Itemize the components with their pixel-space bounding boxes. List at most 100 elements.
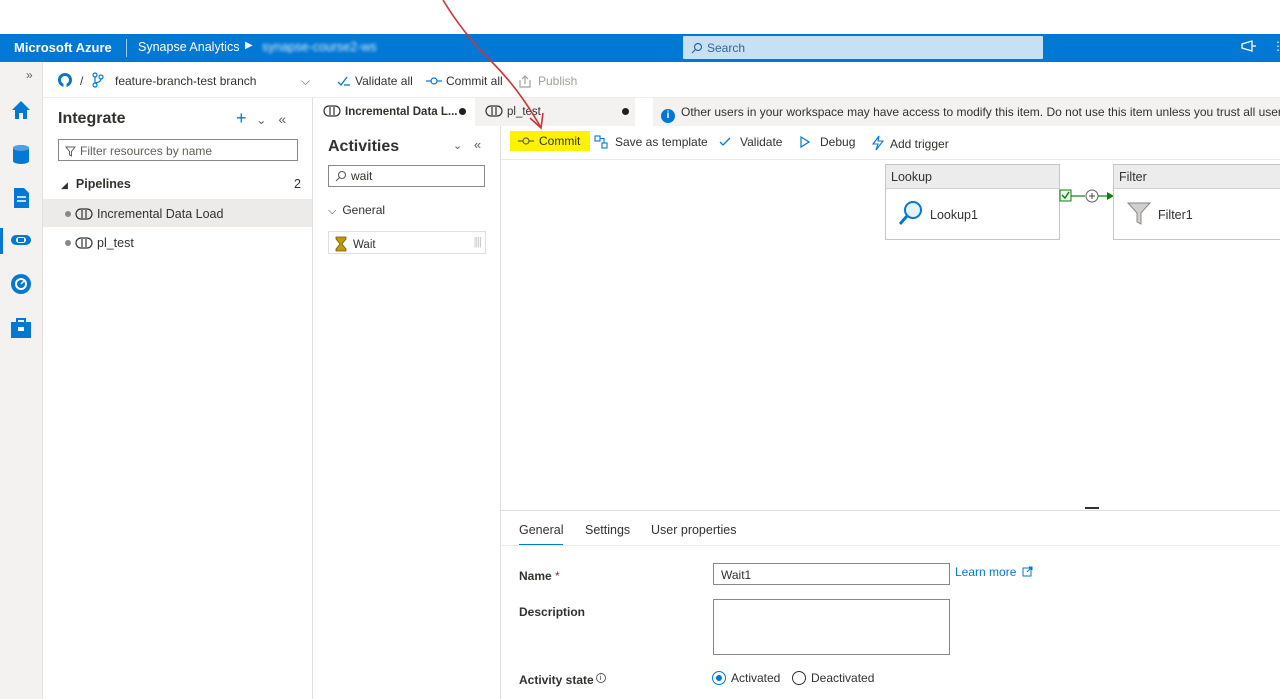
node-name: Lookup1 [930, 208, 978, 222]
publish-icon [519, 75, 531, 88]
drag-handle-icon[interactable]: |||| [474, 236, 483, 248]
pipelines-group[interactable]: ◢ Pipelines 2 [61, 177, 301, 191]
info-message: Other users in your workspace may have a… [681, 105, 1280, 119]
activities-pane: Activities ⌄ « wait ⌵ General Wait |||| [313, 126, 501, 699]
save-as-template-button[interactable]: Save as template [594, 135, 708, 149]
tab-label: Incremental Data L... [345, 106, 458, 118]
pipeline-toolbar: Commit Save as template Validate Debug A… [501, 126, 1280, 160]
filter-resources-input[interactable]: Filter resources by name [58, 139, 298, 161]
tab-incremental-data-load[interactable]: Incremental Data L... [313, 98, 475, 126]
branch-selector[interactable]: feature-branch-test branch [115, 74, 256, 88]
brand-label[interactable]: Microsoft Azure [14, 40, 112, 55]
commit-button[interactable]: Commit [510, 131, 591, 151]
pipeline-icon [485, 105, 503, 117]
collapse-all-icon[interactable]: ⌄ [453, 140, 462, 152]
activities-search-input[interactable]: wait [328, 165, 485, 187]
group-expanded-icon: ◢ [61, 180, 68, 190]
list-item[interactable]: pl_test [43, 228, 312, 256]
publish-button[interactable]: Publish [518, 74, 577, 88]
pipeline-icon [75, 208, 93, 220]
filter-funnel-icon [1126, 202, 1152, 225]
branch-icon [92, 72, 104, 91]
activity-label: Wait [353, 239, 376, 251]
global-search-input[interactable]: Search [683, 36, 1043, 59]
name-label-text: Name [519, 569, 552, 583]
pipeline-label: pl_test [97, 236, 134, 250]
activated-radio[interactable]: Activated [712, 671, 780, 685]
debug-label: Debug [820, 135, 856, 149]
validate-button[interactable]: Validate [719, 135, 782, 149]
filter-icon [64, 146, 77, 157]
collapse-pane-icon[interactable]: « [474, 137, 481, 152]
commit-all-button[interactable]: Commit all [426, 74, 503, 88]
play-icon [800, 135, 811, 149]
home-icon[interactable] [9, 98, 33, 122]
chevron-down-icon[interactable]: ⌵ [301, 74, 310, 89]
tab-general[interactable]: General [519, 523, 564, 546]
tabs-divider [501, 545, 1280, 546]
github-icon[interactable] [57, 72, 73, 91]
collapse-pane-icon[interactable]: « [278, 111, 286, 127]
top-whitespace [0, 0, 1280, 34]
info-banner: i Other users in your workspace may have … [653, 98, 1280, 126]
active-nav-indicator [0, 228, 3, 254]
validate-all-button[interactable]: Validate all [337, 74, 413, 88]
group-label: Pipelines [75, 177, 131, 191]
more-icon[interactable]: ⋮ [1272, 39, 1280, 53]
unsaved-dot-icon [65, 211, 71, 217]
deactivated-label: Deactivated [811, 671, 875, 685]
activity-node-filter[interactable]: Filter Filter1 [1113, 164, 1280, 240]
commit-label: Commit [539, 134, 581, 148]
category-general[interactable]: ⌵ General [328, 203, 385, 218]
breadcrumb-caret-icon: ▶ [245, 40, 253, 51]
publish-label: Publish [538, 74, 578, 88]
develop-icon[interactable] [9, 186, 33, 210]
tab-user-properties[interactable]: User properties [651, 523, 736, 537]
workspace-breadcrumb[interactable]: synapse-course2-ws [262, 40, 377, 54]
tab-pl-test[interactable]: pl_test [475, 98, 635, 126]
activity-state-label-text: Activity state [519, 673, 594, 687]
filter-placeholder: Filter resources by name [80, 144, 213, 158]
add-trigger-button[interactable]: Add trigger [871, 135, 949, 151]
node-type: Lookup [886, 165, 1059, 189]
deactivated-radio[interactable]: Deactivated [792, 671, 874, 685]
repo-separator: / [80, 74, 84, 88]
description-label: Description [519, 605, 586, 619]
description-field[interactable] [713, 599, 950, 655]
list-item[interactable]: Incremental Data Load [43, 199, 312, 227]
debug-button[interactable]: Debug [800, 135, 855, 149]
unsaved-dot-icon [65, 240, 71, 246]
validate-label: Validate [740, 135, 783, 149]
feedback-icon[interactable] [1240, 39, 1258, 58]
manage-icon[interactable] [9, 316, 33, 340]
learn-more-label: Learn more [955, 565, 1017, 579]
pipeline-label: Incremental Data Load [97, 207, 224, 221]
node-type: Filter [1114, 165, 1280, 189]
collapse-all-icon[interactable]: ⌄ [256, 113, 266, 127]
node-name: Filter1 [1158, 208, 1193, 222]
pipeline-canvas[interactable]: Lookup Lookup1 Filter Filter1 [501, 160, 1280, 508]
monitor-icon[interactable] [9, 272, 33, 296]
add-resource-icon[interactable]: + [236, 108, 247, 128]
learn-more-link[interactable]: Learn more [955, 565, 1033, 579]
data-icon[interactable] [9, 142, 33, 166]
activity-wait[interactable]: Wait |||| [328, 231, 486, 254]
service-breadcrumb[interactable]: Synapse Analytics [138, 40, 239, 54]
name-field[interactable]: Wait1 [713, 563, 950, 585]
add-trigger-label: Add trigger [890, 137, 949, 151]
info-icon: i [661, 109, 675, 123]
panel-resize-handle[interactable] [1085, 507, 1099, 509]
save-as-template-label: Save as template [615, 135, 708, 149]
validate-all-label: Validate all [355, 74, 413, 88]
integrate-icon[interactable] [9, 228, 33, 252]
activities-header-actions: ⌄ « [453, 137, 481, 152]
search-icon [335, 170, 347, 182]
info-icon[interactable]: i [595, 673, 606, 683]
tab-settings[interactable]: Settings [585, 523, 630, 537]
commit-all-label: Commit all [446, 74, 503, 88]
template-icon [594, 135, 608, 149]
activity-node-lookup[interactable]: Lookup Lookup1 [885, 164, 1060, 240]
success-connector[interactable] [1059, 188, 1117, 204]
expand-rail-icon[interactable]: » [26, 68, 33, 82]
validate-all-icon [337, 76, 350, 86]
